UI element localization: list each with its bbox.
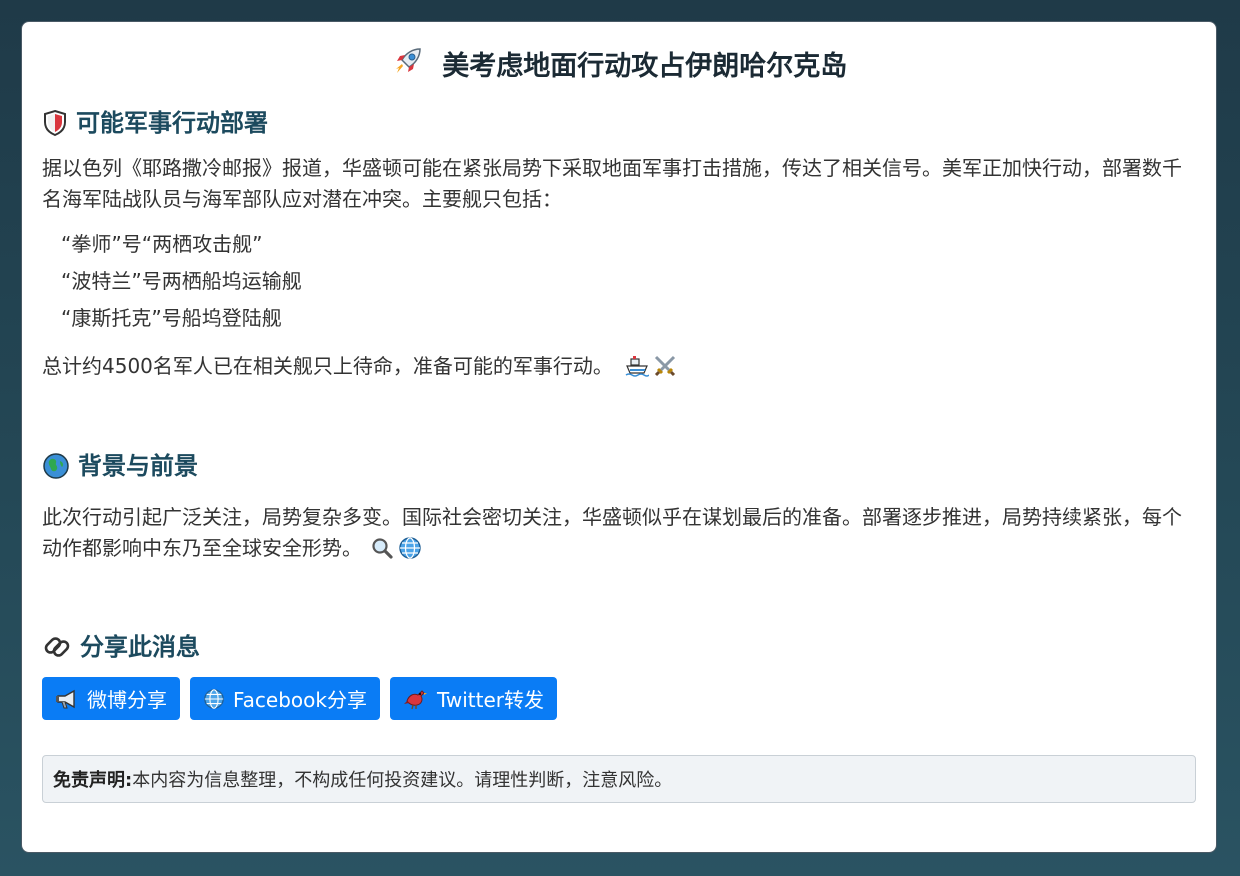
list-item: “拳师”号“两栖攻击舰” <box>61 232 263 256</box>
weibo-share-label: 微博分享 <box>87 688 167 712</box>
globe-meridians-icon <box>398 536 422 560</box>
list-item: “康斯托克”号船坞登陆舰 <box>61 306 282 330</box>
disclaimer-box: 免责声明: 本内容为信息整理，不构成任何投资建议。请理性判断，注意风险。 <box>42 755 1196 803</box>
share-heading-text: 分享此消息 <box>80 633 200 661</box>
bird-icon <box>403 687 429 711</box>
deployment-heading-text: 可能军事行动部署 <box>76 109 268 137</box>
background-text: 此次行动引起广泛关注，局势复杂多变。国际社会密切关注，华盛顿似乎在谋划最后的准备… <box>42 502 1196 564</box>
deployment-intro: 据以色列《耶路撒冷邮报》报道，华盛顿可能在紧张局势下采取地面军事打击措施，传达了… <box>42 156 1182 211</box>
globe-meridians-icon <box>203 688 225 710</box>
background-heading-text: 背景与前景 <box>78 452 198 480</box>
ship-icon <box>625 354 650 378</box>
rocket-icon <box>391 44 425 90</box>
link-icon <box>42 632 72 662</box>
disclaimer-label: 免责声明: <box>53 770 133 791</box>
facebook-share-label: Facebook分享 <box>233 688 367 712</box>
magnifier-icon <box>370 536 394 560</box>
background-heading: 背景与前景 <box>42 449 1196 483</box>
weibo-share-button[interactable]: 微博分享 <box>42 677 180 720</box>
page-title-row: 美考虑地面行动攻占伊朗哈尔克岛 <box>42 44 1196 84</box>
shield-icon <box>42 109 68 137</box>
facebook-share-button[interactable]: Facebook分享 <box>190 677 380 720</box>
page-title: 美考虑地面行动攻占伊朗哈尔克岛 <box>442 51 848 82</box>
background-text-body: 此次行动引起广泛关注，局势复杂多变。国际社会密切关注，华盛顿似乎在谋划最后的准备… <box>42 505 1182 560</box>
share-heading: 分享此消息 <box>42 630 1196 664</box>
deployment-heading: 可能军事行动部署 <box>42 106 1196 140</box>
deployment-summary-text: 总计约4500名军人已在相关舰只上待命，准备可能的军事行动。 <box>42 354 613 378</box>
twitter-share-button[interactable]: Twitter转发 <box>389 677 558 720</box>
disclaimer-text: 本内容为信息整理，不构成任何投资建议。请理性判断，注意风险。 <box>132 770 673 791</box>
crossed-swords-icon <box>653 354 677 378</box>
megaphone-icon <box>55 688 79 710</box>
article-card: 美考虑地面行动攻占伊朗哈尔克岛 可能军事行动部署 据以色列《耶路撒冷邮报》报道，… <box>21 21 1217 853</box>
share-buttons: 微博分享 Facebook分享 Twitter转发 <box>42 677 1196 720</box>
ship-list: “拳师”号“两栖攻击舰” “波特兰”号两栖船坞运输舰 “康斯托克”号船坞登陆舰 <box>42 226 1196 337</box>
globe-icon <box>42 452 70 480</box>
deployment-summary: 总计约4500名军人已在相关舰只上待命，准备可能的军事行动。 <box>42 351 1196 382</box>
twitter-share-label: Twitter转发 <box>436 688 545 712</box>
list-item: “波特兰”号两栖船坞运输舰 <box>61 269 302 293</box>
